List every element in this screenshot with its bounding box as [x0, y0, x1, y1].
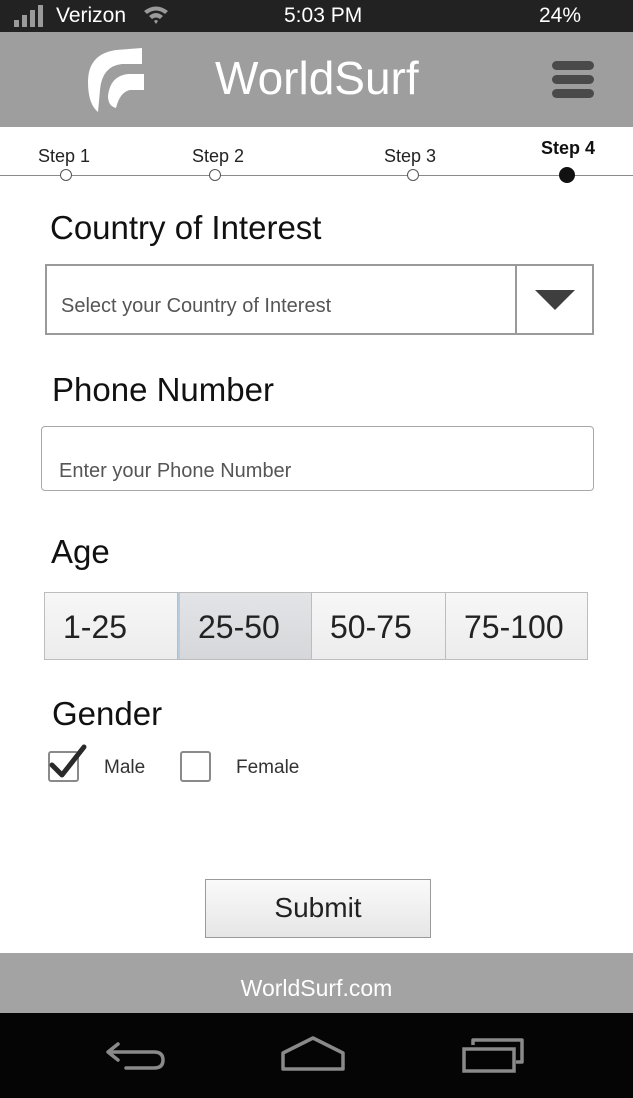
step-indicator: Step 1 Step 2 Step 3 Step 4 [0, 127, 633, 191]
age-option-label: 25-50 [198, 609, 280, 645]
step-3-label[interactable]: Step 3 [384, 146, 436, 166]
checkmark-icon [49, 744, 87, 778]
back-icon[interactable] [104, 1038, 166, 1072]
app-header: WorldSurf [0, 32, 633, 127]
status-bar: Verizon 5:03 PM 24% [0, 0, 633, 32]
country-label: Country of Interest [50, 209, 322, 246]
age-option-1-25[interactable]: 1-25 [45, 593, 178, 659]
female-label[interactable]: Female [236, 757, 299, 779]
wifi-icon [144, 6, 168, 24]
step-4-dot[interactable] [559, 167, 575, 183]
gender-label: Gender [52, 695, 163, 732]
clock-time: 5:03 PM [284, 4, 363, 27]
footer: WorldSurf.com [0, 953, 633, 1013]
age-label: Age [51, 533, 110, 570]
step-1-dot[interactable] [60, 169, 72, 181]
footer-link[interactable]: WorldSurf.com [0, 975, 633, 1001]
step-3-dot[interactable] [407, 169, 419, 181]
country-select[interactable]: Select your Country of Interest [45, 264, 594, 335]
step-1-label[interactable]: Step 1 [38, 146, 90, 166]
menu-icon[interactable] [551, 60, 595, 100]
male-checkbox[interactable] [48, 744, 87, 782]
age-option-label: 1-25 [63, 609, 128, 645]
logo-icon[interactable] [82, 46, 148, 114]
system-nav-bar [0, 1013, 633, 1098]
submit-button[interactable]: Submit [205, 879, 431, 938]
app-title: WorldSurf [215, 52, 419, 104]
signal-icon [14, 5, 43, 27]
home-icon[interactable] [280, 1035, 346, 1073]
recent-apps-icon[interactable] [461, 1037, 525, 1073]
battery-level: 24% [539, 4, 582, 27]
age-option-25-50[interactable]: 25-50 [178, 593, 312, 659]
step-track [0, 175, 633, 176]
age-option-label: 50-75 [330, 609, 412, 645]
submit-label: Submit [274, 892, 362, 923]
phone-label: Phone Number [52, 371, 274, 408]
step-2-label[interactable]: Step 2 [192, 146, 244, 166]
male-label[interactable]: Male [104, 757, 145, 779]
gender-options: Male Female [48, 744, 348, 784]
carrier-name: Verizon [56, 4, 127, 27]
age-option-50-75[interactable]: 50-75 [312, 593, 446, 659]
phone-input[interactable]: Enter your Phone Number [41, 426, 594, 491]
step-2-dot[interactable] [209, 169, 221, 181]
country-dropdown-button[interactable] [515, 266, 592, 333]
age-option-75-100[interactable]: 75-100 [446, 593, 587, 659]
step-4-label[interactable]: Step 4 [541, 138, 595, 158]
phone-placeholder: Enter your Phone Number [59, 460, 292, 482]
age-option-label: 75-100 [464, 609, 564, 645]
female-checkbox[interactable] [180, 751, 211, 782]
country-placeholder: Select your Country of Interest [61, 295, 332, 317]
dropdown-arrow-icon [535, 290, 575, 310]
age-segmented-control: 1-25 25-50 50-75 75-100 [44, 592, 588, 660]
